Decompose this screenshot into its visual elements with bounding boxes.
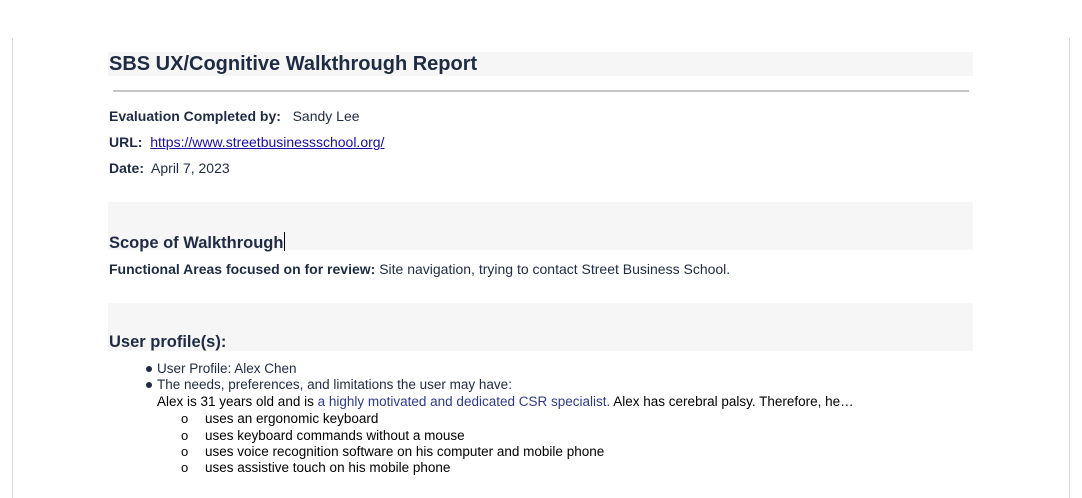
functional-areas-line: Functional Areas focused on for review: … <box>109 261 730 277</box>
url-label: URL: <box>109 134 143 150</box>
page-margin-left <box>12 38 13 498</box>
date-line: Date: April 7, 2023 <box>109 160 230 176</box>
sub-item: uses voice recognition software on his c… <box>205 444 605 459</box>
title-divider <box>113 90 969 92</box>
sub-item: uses an ergonomic keyboard <box>205 411 379 426</box>
description-part-1: Alex is 31 years old and is <box>157 394 318 409</box>
functional-areas-text: Site navigation, trying to contact Stree… <box>379 261 731 277</box>
bullet-user-profile: User Profile: Alex Chen <box>157 361 297 376</box>
scope-heading-text: Scope of Walkthrough <box>109 234 284 252</box>
description-part-3: Alex has cerebral palsy. Therefore, he… <box>610 394 854 409</box>
sub-bullet-marker: o <box>181 460 189 475</box>
date-value: April 7, 2023 <box>151 160 230 176</box>
evaluator-name: Sandy Lee <box>292 108 360 124</box>
sub-bullet-marker: o <box>181 428 189 443</box>
profile-description: Alex is 31 years old and is a highly mot… <box>157 394 854 409</box>
bullet-dot <box>146 382 152 388</box>
page-margin-right <box>1069 38 1070 498</box>
bullet-needs: The needs, preferences, and limitations … <box>157 377 512 392</box>
sub-item: uses assistive touch on his mobile phone <box>205 460 451 475</box>
url-link[interactable]: https://www.streetbusinessschool.org/ <box>150 134 384 150</box>
sub-bullet-marker: o <box>181 444 189 459</box>
sub-item: uses keyboard commands without a mouse <box>205 428 465 443</box>
bullet-dot <box>146 366 152 372</box>
functional-areas-label: Functional Areas focused on for review: <box>109 261 376 277</box>
description-part-2: a highly motivated and dedicated CSR spe… <box>317 394 611 409</box>
date-label: Date: <box>109 160 145 176</box>
text-cursor <box>284 232 286 251</box>
document-page: SBS UX/Cognitive Walkthrough Report Eval… <box>0 0 1082 498</box>
scope-heading[interactable]: Scope of Walkthrough <box>109 232 286 253</box>
sub-bullet-marker: o <box>181 411 189 426</box>
report-title: SBS UX/Cognitive Walkthrough Report <box>109 53 478 75</box>
evaluation-label: Evaluation Completed by: <box>109 108 281 124</box>
evaluation-line: Evaluation Completed by: Sandy Lee <box>109 108 360 124</box>
url-line: URL: https://www.streetbusinessschool.or… <box>109 134 384 150</box>
user-profile-shading <box>108 303 973 351</box>
user-profile-heading: User profile(s): <box>109 333 227 351</box>
